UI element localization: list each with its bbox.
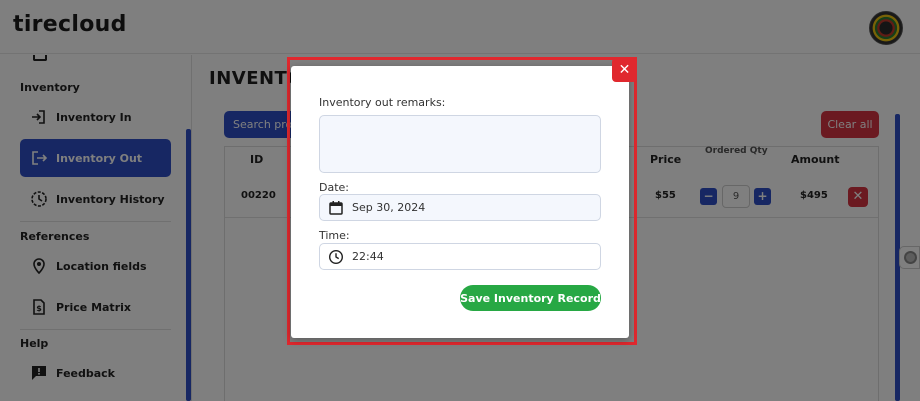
time-label: Time: xyxy=(319,229,350,242)
clock-icon xyxy=(328,249,344,265)
calendar-icon xyxy=(328,200,344,216)
save-inventory-record-button[interactable]: Save Inventory Record xyxy=(460,285,601,311)
date-label: Date: xyxy=(319,181,349,194)
time-value: 22:44 xyxy=(352,250,384,263)
remarks-label: Inventory out remarks: xyxy=(319,96,446,109)
remarks-textarea[interactable] xyxy=(319,115,601,173)
date-input[interactable]: Sep 30, 2024 xyxy=(319,194,601,221)
modal-close-button[interactable]: ✕ xyxy=(612,58,637,82)
time-input[interactable]: 22:44 xyxy=(319,243,601,270)
date-value: Sep 30, 2024 xyxy=(352,201,426,214)
